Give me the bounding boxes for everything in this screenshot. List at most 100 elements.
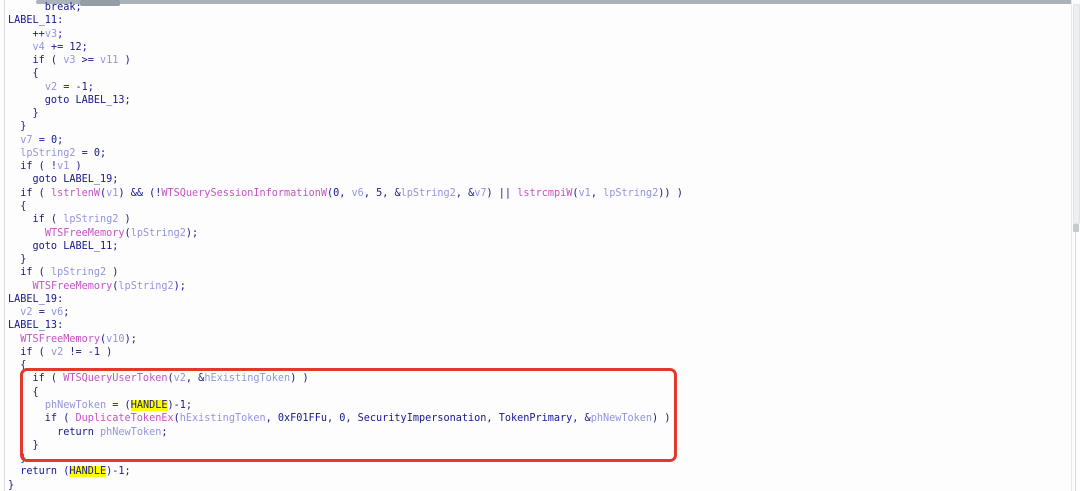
- code-token: if (: [8, 188, 51, 199]
- code-line[interactable]: v7 = 0;: [8, 134, 683, 147]
- code-line[interactable]: if ( !v1 ): [8, 160, 683, 173]
- code-token: [8, 334, 20, 345]
- code-token: if (: [8, 347, 51, 358]
- code-token: = 0;: [75, 148, 106, 159]
- code-token: if (: [8, 267, 51, 278]
- code-line[interactable]: if ( WTSQueryUserToken(v2, &hExistingTok…: [8, 372, 683, 385]
- code-line[interactable]: {: [8, 386, 683, 399]
- code-token: != -1 ): [63, 347, 112, 358]
- code-line[interactable]: return (HANDLE)-1;: [8, 465, 683, 478]
- code-token: }: [8, 453, 26, 464]
- code-token: ;: [63, 307, 69, 318]
- code-token: [8, 228, 45, 239]
- code-line[interactable]: if ( v2 != -1 ): [8, 346, 683, 359]
- code-line[interactable]: if ( v3 >= v11 ): [8, 54, 683, 67]
- code-token: WTSFreeMemory: [33, 281, 113, 292]
- code-line[interactable]: {: [8, 200, 683, 213]
- highlighted-token: HANDLE: [131, 400, 168, 411]
- code-token: ): [106, 267, 118, 278]
- code-line[interactable]: ++v3;: [8, 28, 683, 41]
- code-line[interactable]: goto LABEL_11;: [8, 240, 683, 253]
- code-token: [8, 82, 45, 93]
- code-line[interactable]: v2 = -1;: [8, 81, 683, 94]
- code-line[interactable]: LABEL_19:: [8, 293, 683, 306]
- code-line[interactable]: if ( lpString2 ): [8, 213, 683, 226]
- code-line[interactable]: {: [8, 359, 683, 372]
- code-line[interactable]: WTSFreeMemory(lpString2);: [8, 280, 683, 293]
- code-line[interactable]: LABEL_13:: [8, 319, 683, 332]
- code-token: = (: [106, 400, 131, 411]
- code-line[interactable]: return phNewToken;: [8, 426, 683, 439]
- code-token: v3: [63, 55, 75, 66]
- code-line[interactable]: }: [8, 452, 683, 465]
- code-token: if ( !: [8, 161, 57, 172]
- code-token: v6: [352, 188, 364, 199]
- code-token: v2: [20, 307, 32, 318]
- code-line[interactable]: WTSFreeMemory(lpString2);: [8, 227, 683, 240]
- code-line[interactable]: goto LABEL_13;: [8, 94, 683, 107]
- code-line[interactable]: goto LABEL_19;: [8, 173, 683, 186]
- code-token: =: [33, 307, 51, 318]
- code-token: WTSQuerySessionInformationW: [161, 188, 327, 199]
- code-token: ) && (!: [118, 188, 161, 199]
- vertical-scrollbar-thumb[interactable]: [1073, 4, 1080, 224]
- code-line[interactable]: WTSFreeMemory(v10);: [8, 333, 683, 346]
- code-line[interactable]: LABEL_11:: [8, 14, 683, 27]
- code-token: ,: [591, 188, 603, 199]
- code-token: lpString2: [63, 214, 118, 225]
- code-token: }: [8, 121, 26, 132]
- code-token: v1: [57, 161, 69, 172]
- highlighted-token: HANDLE: [69, 466, 106, 477]
- code-token: goto LABEL_19;: [8, 174, 118, 185]
- code-token: WTSQueryUserToken: [63, 373, 167, 384]
- code-token: {: [8, 201, 26, 212]
- pseudocode-text[interactable]: break;LABEL_11: ++v3; v4 += 12; if ( v3 …: [8, 1, 683, 491]
- code-token: if (: [8, 55, 63, 66]
- code-token: LABEL_11:: [8, 15, 63, 26]
- code-line[interactable]: if ( lpString2 ): [8, 266, 683, 279]
- left-margin-line: [4, 0, 5, 491]
- code-line[interactable]: phNewToken = (HANDLE)-1;: [8, 399, 683, 412]
- code-token: );: [186, 228, 198, 239]
- code-token: if (: [8, 214, 63, 225]
- code-line[interactable]: v4 += 12;: [8, 41, 683, 54]
- code-token: if (: [8, 413, 75, 424]
- code-token: WTSFreeMemory: [45, 228, 125, 239]
- code-line[interactable]: lpString2 = 0;: [8, 147, 683, 160]
- code-token: [8, 148, 20, 159]
- code-token: [8, 135, 20, 146]
- vertical-scrollbar[interactable]: [1071, 0, 1080, 491]
- code-line[interactable]: }: [8, 439, 683, 452]
- code-token: v2: [51, 347, 63, 358]
- pseudocode-window: break;LABEL_11: ++v3; v4 += 12; if ( v3 …: [0, 0, 1080, 491]
- vertical-scrollbar-position-marker[interactable]: [1073, 224, 1079, 232]
- code-token: );: [125, 334, 137, 345]
- code-line[interactable]: }: [8, 107, 683, 120]
- code-token: LABEL_19:: [8, 294, 63, 305]
- code-token: goto LABEL_11;: [8, 241, 118, 252]
- code-token: DuplicateTokenEx: [75, 413, 173, 424]
- code-line[interactable]: v2 = v6;: [8, 306, 683, 319]
- code-line[interactable]: break;: [8, 1, 683, 14]
- code-token: )-1;: [106, 466, 131, 477]
- code-token: ) ||: [487, 188, 518, 199]
- code-token: lpString2: [401, 188, 456, 199]
- code-line[interactable]: }: [8, 253, 683, 266]
- code-token: ): [118, 55, 130, 66]
- code-token: = -1;: [57, 82, 94, 93]
- code-token: v2: [45, 82, 57, 93]
- code-line[interactable]: if ( lstrlenW(v1) && (!WTSQuerySessionIn…: [8, 187, 683, 200]
- code-token: }: [8, 108, 39, 119]
- code-token: ): [69, 161, 81, 172]
- code-token: ) ): [652, 413, 670, 424]
- code-token: lstrlenW: [51, 188, 100, 199]
- code-token: [8, 281, 33, 292]
- code-token: v11: [100, 55, 118, 66]
- code-token: {: [8, 360, 26, 371]
- code-line[interactable]: {: [8, 67, 683, 80]
- code-line[interactable]: }: [8, 120, 683, 133]
- code-token: += 12;: [45, 42, 88, 53]
- code-line[interactable]: }: [8, 479, 683, 491]
- code-token: = 0;: [33, 135, 64, 146]
- code-line[interactable]: if ( DuplicateTokenEx(hExistingToken, 0x…: [8, 412, 683, 425]
